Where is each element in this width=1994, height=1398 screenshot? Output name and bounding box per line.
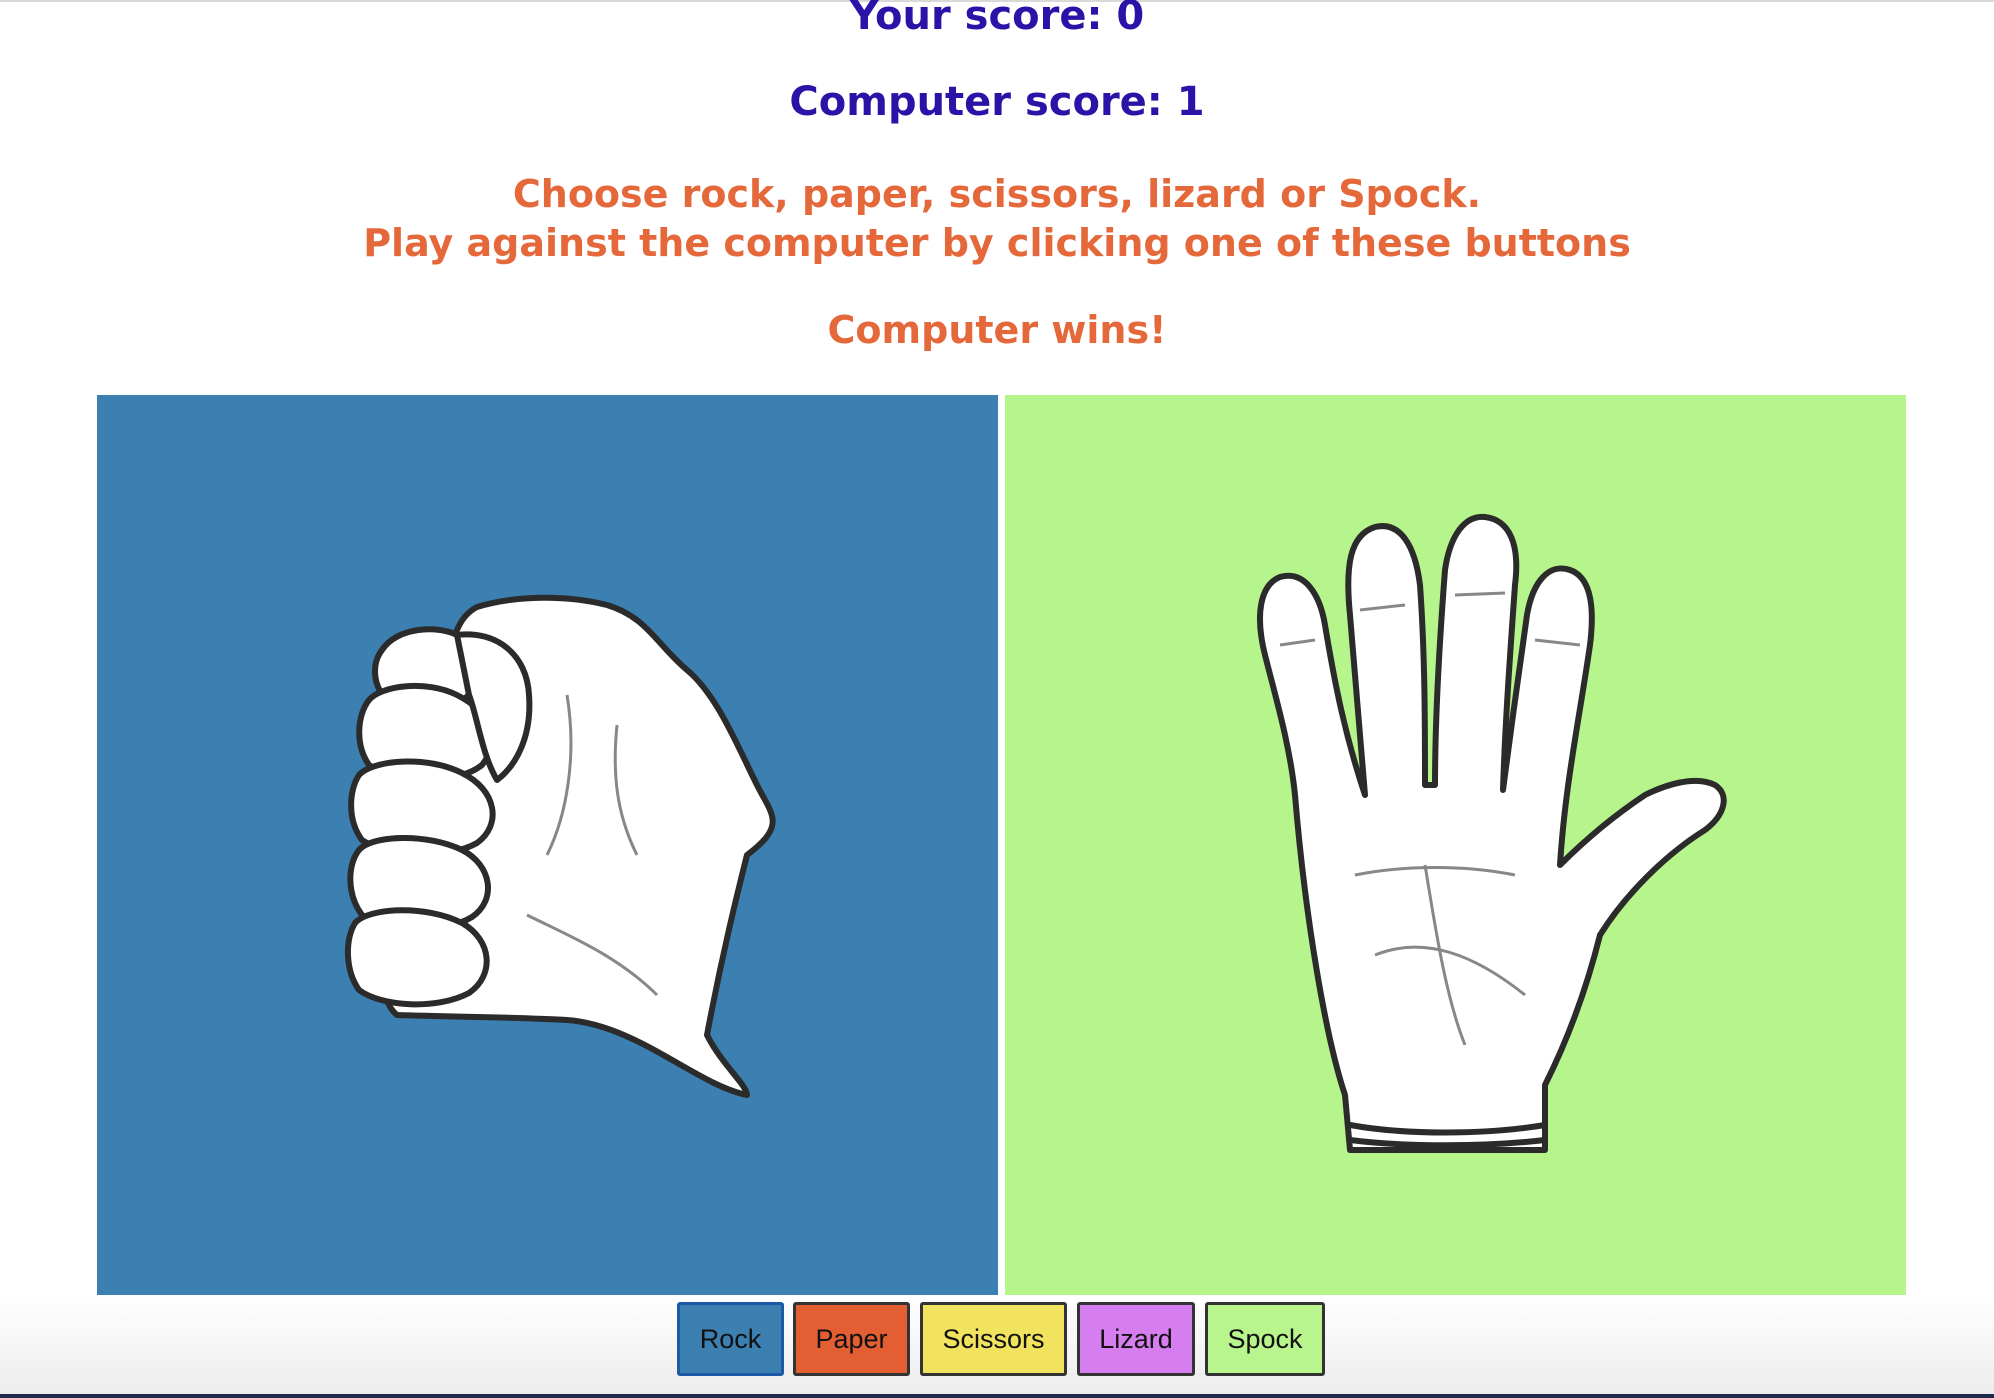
computer-score: Computer score: 1 [789,79,1205,125]
player-score: Your score: 0 [849,0,1145,39]
spock-button[interactable]: Spock [1205,1302,1325,1376]
instructions-line-1: Choose rock, paper, scissors, lizard or … [512,172,1482,216]
computer-choice-panel [1005,395,1906,1295]
player-choice-panel [97,395,998,1295]
scissors-button[interactable]: Scissors [920,1302,1067,1376]
lizard-button[interactable]: Lizard [1077,1302,1195,1376]
game-page: Your score: 0 Computer score: 1 Choose r… [0,0,1994,1398]
instructions-line-2: Play against the computer by clicking on… [363,221,1631,265]
spock-hand-icon [1005,395,1906,1295]
rock-fist-icon [97,395,998,1295]
paper-button[interactable]: Paper [793,1302,910,1376]
instructions: Choose rock, paper, scissors, lizard or … [0,170,1994,268]
rock-button[interactable]: Rock [677,1302,784,1376]
result-message: Computer wins! [827,308,1167,352]
bottom-border [0,1394,1994,1398]
